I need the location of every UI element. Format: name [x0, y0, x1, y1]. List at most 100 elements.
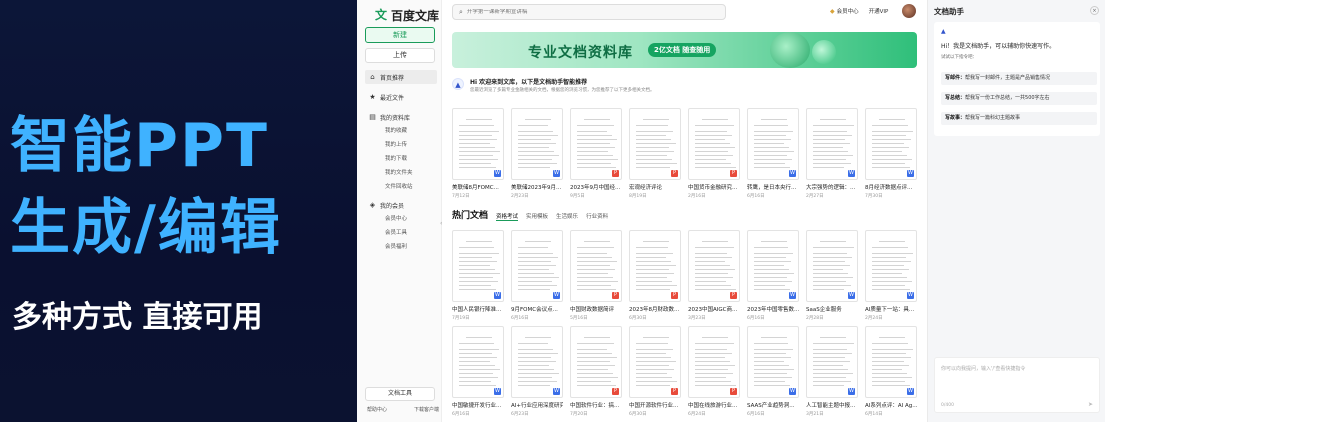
doc-thumbnail[interactable]: P	[688, 108, 740, 180]
doc-title[interactable]: SaaS企业服务	[806, 305, 858, 313]
doc-card[interactable]: W 转鹰，是日本央行... 6月16日	[747, 108, 799, 199]
sidebar-sub-recycle[interactable]: 文件回收站	[365, 180, 437, 194]
doc-card[interactable]: P 2023年8月财政数... 6月30日	[629, 230, 681, 321]
doc-title[interactable]: 中国敏捷开发行业...	[452, 401, 504, 409]
doc-title[interactable]: 宏观经济评论	[629, 183, 681, 191]
assistant-input[interactable]: 你可以向我提问，输入'/'查看快捷指令 0/400 ➤	[934, 357, 1100, 413]
doc-thumbnail[interactable]: W	[747, 230, 799, 302]
doc-thumbnail[interactable]: W	[747, 326, 799, 398]
doc-card[interactable]: W 美联储8月FOMC... 7月12日	[452, 108, 504, 199]
doc-title[interactable]: AI+行业应用深度研究	[511, 401, 563, 409]
doc-title[interactable]: 大宗强势的逻辑：...	[806, 183, 858, 191]
doc-card[interactable]: W AI+行业应用深度研究 6月23日	[511, 326, 563, 417]
doc-title[interactable]: 2023年8月财政数...	[629, 305, 681, 313]
new-button[interactable]: 新建	[365, 27, 435, 43]
doc-thumbnail[interactable]: P	[570, 108, 622, 180]
doc-thumbnail[interactable]: W	[747, 108, 799, 180]
sidebar-sub-downloads[interactable]: 我的下载	[365, 152, 437, 166]
doc-thumbnail[interactable]: W	[865, 326, 917, 398]
doc-card[interactable]: P 宏观经济评论 8月19日	[629, 108, 681, 199]
doc-title[interactable]: 美联储8月FOMC...	[452, 183, 504, 191]
doc-thumbnail[interactable]: W	[511, 108, 563, 180]
doc-card[interactable]: W AI质量下一站：具... 2月24日	[865, 230, 917, 321]
doc-card[interactable]: P 2023年9月中国经... 9月5日	[570, 108, 622, 199]
doc-title[interactable]: SAAS产业趋势洞...	[747, 401, 799, 409]
download-client-link[interactable]: 下载客户端	[414, 406, 439, 413]
doc-card[interactable]: W AI系列点评：AI Ag... 6月14日	[865, 326, 917, 417]
search-box[interactable]: ⌕	[452, 4, 726, 20]
doc-card[interactable]: W 中国人民银行降准... 7月19日	[452, 230, 504, 321]
doc-thumbnail[interactable]: W	[865, 108, 917, 180]
sidebar-sub-member-tools[interactable]: 会员工具	[365, 226, 437, 240]
doc-card[interactable]: W SAAS产业趋势洞... 6月16日	[747, 326, 799, 417]
doc-card[interactable]: W 大宗强势的逻辑：... 2月27日	[806, 108, 858, 199]
sidebar-sub-uploads[interactable]: 我的上传	[365, 138, 437, 152]
doc-title[interactable]: 中国财政数据简评	[570, 305, 622, 313]
doc-title[interactable]: 2023年9月中国经...	[570, 183, 622, 191]
doc-title[interactable]: 8月经济数据点评...	[865, 183, 917, 191]
doc-thumbnail[interactable]: W	[511, 326, 563, 398]
doc-title[interactable]: 中国货币金融研究...	[688, 183, 740, 191]
suggestion-story[interactable]: 写故事：帮我写一篇科幻主题故事	[941, 112, 1097, 125]
logo[interactable]: 文 百度文库	[357, 0, 441, 24]
doc-title[interactable]: 2023中国AIGC商...	[688, 305, 740, 313]
doc-thumbnail[interactable]: P	[570, 326, 622, 398]
doc-thumbnail[interactable]: W	[806, 326, 858, 398]
sidebar-sub-favorites[interactable]: 我的收藏	[365, 124, 437, 138]
send-icon[interactable]: ➤	[1088, 401, 1093, 408]
suggestion-email[interactable]: 写邮件：帮我写一封邮件，主题是产品销售情况	[941, 72, 1097, 85]
doc-card[interactable]: W 人工智能主题中报... 3月21日	[806, 326, 858, 417]
help-center-link[interactable]: 帮助中心	[367, 406, 387, 413]
promo-banner[interactable]: 专业文档资料库 2亿文档 随查随用	[452, 32, 917, 68]
doc-thumbnail[interactable]: W	[452, 326, 504, 398]
sidebar-item-home[interactable]: ⌂ 首页推荐	[365, 70, 437, 84]
doc-title[interactable]: 2023年中国零售数...	[747, 305, 799, 313]
suggestion-summary[interactable]: 写总结：帮我写一份工作总结，一共500字左右	[941, 92, 1097, 105]
doc-card[interactable]: P 中国软件行业：搞... 7月20日	[570, 326, 622, 417]
doc-title[interactable]: 中国开源软件行业...	[629, 401, 681, 409]
doc-title[interactable]: 美联储2023年9月...	[511, 183, 563, 191]
doc-thumbnail[interactable]: W	[511, 230, 563, 302]
close-icon[interactable]: ×	[1090, 6, 1099, 15]
doc-card[interactable]: P 2023中国AIGC商... 3月23日	[688, 230, 740, 321]
doc-card[interactable]: P 中国货币金融研究... 2月16日	[688, 108, 740, 199]
doc-card[interactable]: W SaaS企业服务 2月28日	[806, 230, 858, 321]
doc-thumbnail[interactable]: P	[629, 326, 681, 398]
doc-thumbnail[interactable]: P	[688, 326, 740, 398]
doc-title[interactable]: 中国软件行业：搞...	[570, 401, 622, 409]
sidebar-item-library[interactable]: ▤ 我的资料库	[365, 110, 437, 124]
doc-title[interactable]: AI质量下一站：具...	[865, 305, 917, 313]
doc-thumbnail[interactable]: P	[629, 108, 681, 180]
doc-thumbnail[interactable]: P	[629, 230, 681, 302]
doc-card[interactable]: P 中国财政数据简评 5月16日	[570, 230, 622, 321]
doc-card[interactable]: P 中国开源软件行业... 6月30日	[629, 326, 681, 417]
doc-title[interactable]: AI系列点评：AI Ag...	[865, 401, 917, 409]
doc-card[interactable]: W 2023年中国零售数... 6月16日	[747, 230, 799, 321]
doc-card[interactable]: W 中国敏捷开发行业... 6月16日	[452, 326, 504, 417]
member-center-link[interactable]: 会员中心	[837, 7, 859, 15]
tab-exam[interactable]: 资格考试	[496, 212, 519, 221]
doc-title[interactable]: 转鹰，是日本央行...	[747, 183, 799, 191]
open-vip-link[interactable]: 开通VIP	[869, 7, 889, 15]
tab-industry[interactable]: 行业资料	[586, 212, 608, 220]
avatar[interactable]	[902, 4, 916, 18]
doc-title[interactable]: 9月FOMC会议点...	[511, 305, 563, 313]
sidebar-sub-member-benefits[interactable]: 会员福利	[365, 240, 437, 254]
doc-thumbnail[interactable]: P	[688, 230, 740, 302]
tab-templates[interactable]: 实用模板	[526, 212, 548, 220]
doc-card[interactable]: P 中国在线旅游行业... 6月24日	[688, 326, 740, 417]
doc-thumbnail[interactable]: W	[452, 108, 504, 180]
search-input[interactable]	[466, 9, 707, 15]
doc-card[interactable]: W 9月FOMC会议点... 6月16日	[511, 230, 563, 321]
doc-tools-button[interactable]: 文档工具	[365, 387, 435, 401]
doc-title[interactable]: 人工智能主题中报...	[806, 401, 858, 409]
doc-thumbnail[interactable]: P	[570, 230, 622, 302]
tab-life[interactable]: 生活娱乐	[556, 212, 578, 220]
sidebar-sub-folders[interactable]: 我的文件夹	[365, 166, 437, 180]
doc-thumbnail[interactable]: W	[806, 108, 858, 180]
sidebar-item-recent[interactable]: ★ 最近文件	[365, 90, 437, 104]
upload-button[interactable]: 上传	[365, 48, 435, 63]
doc-card[interactable]: W 美联储2023年9月... 2月23日	[511, 108, 563, 199]
doc-thumbnail[interactable]: W	[865, 230, 917, 302]
doc-card[interactable]: W 8月经济数据点评... 7月30日	[865, 108, 917, 199]
